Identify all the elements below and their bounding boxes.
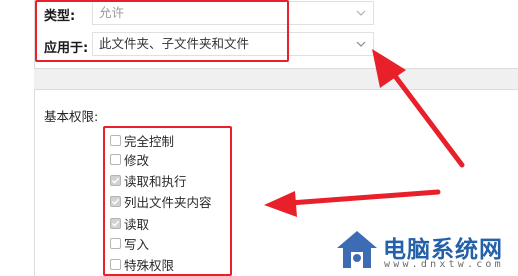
house-logo-icon	[337, 231, 377, 268]
arrow-to-permissions	[264, 189, 441, 217]
watermark-url: www.dnxtw.com	[384, 259, 504, 270]
arrow-to-dropdown	[372, 49, 465, 168]
